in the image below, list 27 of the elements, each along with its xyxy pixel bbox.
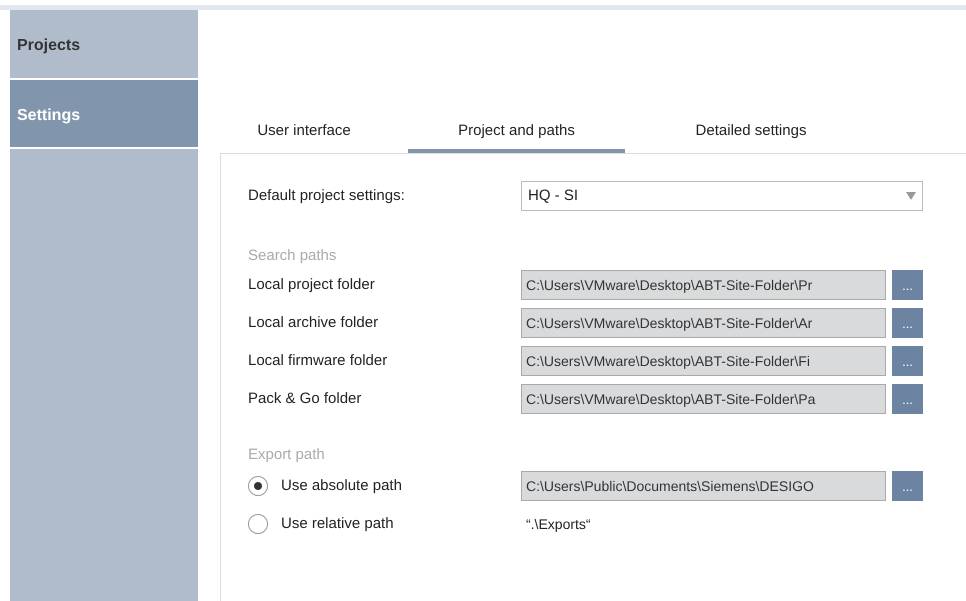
field-label: Local firmware folder bbox=[248, 350, 388, 371]
dropdown[interactable]: HQ - SI bbox=[521, 181, 923, 211]
browse-button[interactable]: ... bbox=[892, 471, 923, 501]
path-field[interactable]: C:\Users\Public\Documents\Siemens\DESIGO bbox=[521, 471, 886, 501]
field-label: Pack & Go folder bbox=[248, 388, 362, 409]
radio-label: Use relative path bbox=[281, 514, 394, 534]
browse-button[interactable]: ... bbox=[892, 384, 923, 414]
tab[interactable]: User interface bbox=[220, 118, 388, 153]
field-label: Local archive folder bbox=[248, 312, 380, 333]
path-field[interactable]: C:\Users\VMware\Desktop\ABT-Site-Folder\Fi bbox=[521, 346, 886, 376]
path-field[interactable]: C:\Users\VMware\Desktop\ABT-Site-Folder\Pa bbox=[521, 384, 886, 414]
path-field[interactable]: C:\Users\VMware\Desktop\ABT-Site-Folder\Ar bbox=[521, 308, 886, 338]
radio-label: Use absolute path bbox=[281, 476, 402, 496]
path-text: “.\Exports“ bbox=[525, 514, 592, 534]
section-heading: Export path bbox=[248, 445, 326, 465]
browse-button[interactable]: ... bbox=[892, 308, 923, 338]
dropdown-arrow-icon bbox=[906, 192, 916, 200]
section-heading: Search paths bbox=[248, 246, 338, 266]
tab[interactable]: Detailed settings bbox=[645, 118, 857, 153]
radio-button[interactable] bbox=[248, 476, 268, 496]
field-label: Local project folder bbox=[248, 274, 376, 295]
browse-button[interactable]: ... bbox=[892, 270, 923, 300]
path-field[interactable]: C:\Users\VMware\Desktop\ABT-Site-Folder\Pr bbox=[521, 270, 886, 300]
radio-button[interactable] bbox=[248, 514, 268, 534]
tab[interactable]: Project and paths bbox=[408, 118, 625, 153]
field-label: Default project settings: bbox=[248, 186, 406, 206]
browse-button[interactable]: ... bbox=[892, 346, 923, 376]
